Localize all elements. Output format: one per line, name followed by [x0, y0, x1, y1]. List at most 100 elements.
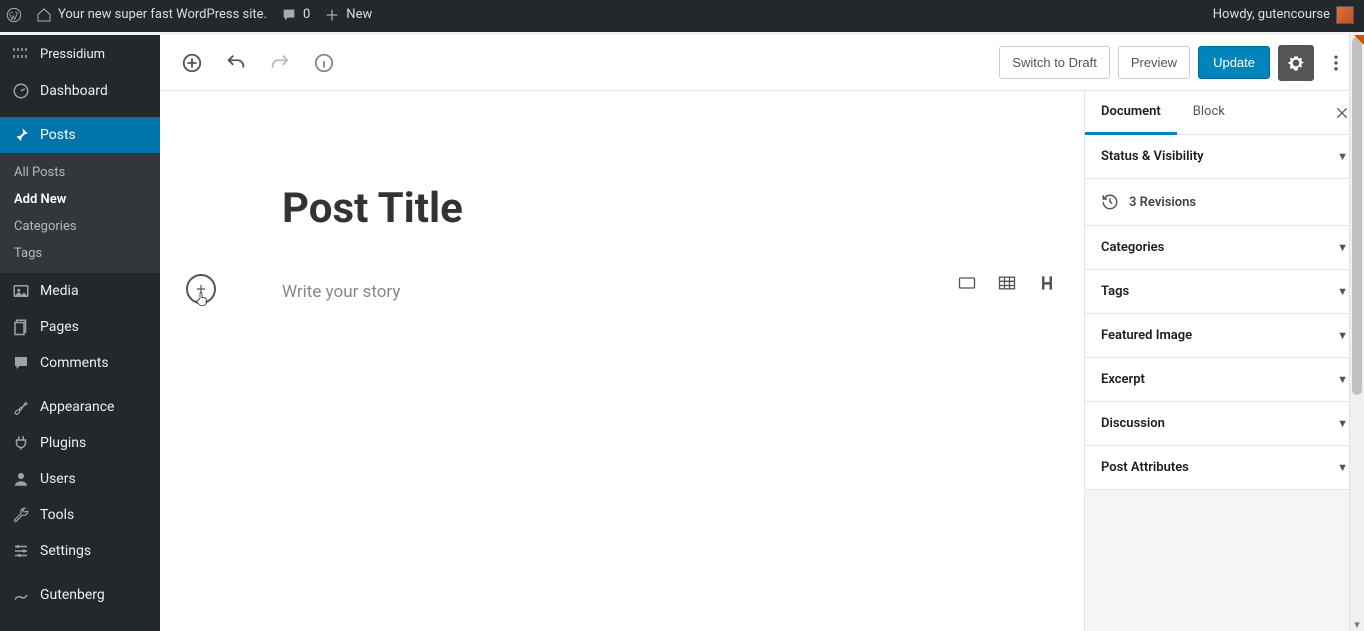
editor-main: Switch to Draft Preview Update Post Titl… [160, 35, 1364, 631]
chevron-down-icon: ▼ [1337, 417, 1348, 430]
plus-circle-icon [181, 52, 203, 74]
preview-button[interactable]: Preview [1118, 46, 1190, 79]
avatar [1336, 6, 1354, 24]
settings-toggle-button[interactable] [1278, 45, 1314, 81]
inline-add-block-button[interactable] [186, 274, 216, 304]
gutenberg-icon [12, 586, 30, 604]
comments-link[interactable]: 0 [281, 7, 310, 23]
media-icon [12, 282, 30, 300]
update-button[interactable]: Update [1198, 46, 1270, 79]
panel-post-attributes[interactable]: Post Attributes▼ [1085, 446, 1364, 490]
submenu-tags[interactable]: Tags [0, 240, 160, 267]
suggestion-heading-button[interactable] [1036, 272, 1058, 294]
switch-to-draft-button[interactable]: Switch to Draft [999, 46, 1110, 79]
pages-icon [12, 318, 30, 336]
admin-sidebar: Pressidium Dashboard Posts All Posts Add… [0, 35, 160, 631]
wordpress-icon [6, 7, 22, 23]
comments-count: 0 [303, 7, 310, 22]
redo-button[interactable] [262, 45, 298, 81]
sidebar-item-appearance[interactable]: Appearance [0, 389, 160, 425]
close-icon [1334, 105, 1350, 121]
new-link[interactable]: New [324, 7, 372, 23]
sliders-icon [12, 542, 30, 560]
dashboard-icon [12, 82, 30, 100]
tab-block[interactable]: Block [1177, 91, 1241, 134]
sidebar-item-gutenberg[interactable]: Gutenberg [0, 577, 160, 613]
sidebar-item-tools[interactable]: Tools [0, 497, 160, 533]
block-row: Write your story [282, 272, 962, 312]
editor-canvas[interactable]: Post Title Write your story [160, 91, 1084, 631]
scrollbar-down-arrow[interactable]: ▾ [1350, 617, 1364, 631]
tab-document[interactable]: Document [1085, 91, 1177, 135]
post-title[interactable]: Post Title [282, 186, 962, 232]
more-menu-button[interactable] [1322, 53, 1350, 73]
suggestion-image-button[interactable] [956, 272, 978, 294]
suggestion-table-button[interactable] [996, 272, 1018, 294]
sidebar-item-host[interactable]: Pressidium [0, 35, 160, 73]
inspector-panel: Document Block Status & Visibility▼ 3 Re… [1084, 91, 1364, 631]
howdy-text: Howdy, gutencourse [1213, 7, 1330, 22]
undo-icon [225, 52, 247, 74]
submenu-all-posts[interactable]: All Posts [0, 159, 160, 186]
brush-icon [12, 398, 30, 416]
history-icon [1101, 193, 1119, 211]
sidebar-item-plugins[interactable]: Plugins [0, 425, 160, 461]
panel-excerpt[interactable]: Excerpt▼ [1085, 358, 1364, 402]
content-info-button[interactable] [306, 45, 342, 81]
add-block-button[interactable] [174, 45, 210, 81]
more-vertical-icon [1326, 53, 1346, 73]
chevron-down-icon: ▼ [1337, 461, 1348, 474]
sidebar-item-dashboard[interactable]: Dashboard [0, 73, 160, 109]
submenu-add-new[interactable]: Add New [0, 186, 160, 213]
comment-icon [281, 7, 297, 23]
host-label: Pressidium [40, 47, 105, 62]
host-icon [12, 45, 30, 63]
sidebar-item-media[interactable]: Media [0, 273, 160, 309]
plus-icon [194, 282, 208, 296]
home-icon [36, 7, 52, 23]
sidebar-item-comments[interactable]: Comments [0, 345, 160, 381]
comments-icon [12, 354, 30, 372]
submenu-categories[interactable]: Categories [0, 213, 160, 240]
image-block-icon [957, 273, 977, 293]
wrench-icon [12, 506, 30, 524]
table-block-icon [997, 273, 1017, 293]
admin-bar: Your new super fast WordPress site. 0 Ne… [0, 0, 1364, 32]
panel-status-visibility[interactable]: Status & Visibility▼ [1085, 135, 1364, 179]
wp-logo[interactable] [6, 7, 22, 23]
inspector-tabs: Document Block [1085, 91, 1364, 135]
panel-categories[interactable]: Categories▼ [1085, 226, 1364, 270]
chevron-down-icon: ▼ [1337, 285, 1348, 298]
howdy-link[interactable]: Howdy, gutencourse [1213, 6, 1354, 24]
panel-discussion[interactable]: Discussion▼ [1085, 402, 1364, 446]
scrollbar-thumb[interactable] [1352, 37, 1362, 395]
undo-button[interactable] [218, 45, 254, 81]
gear-icon [1286, 53, 1306, 73]
chevron-down-icon: ▼ [1337, 329, 1348, 342]
site-name: Your new super fast WordPress site. [58, 7, 267, 22]
sidebar-item-settings[interactable]: Settings [0, 533, 160, 569]
sidebar-item-pages[interactable]: Pages [0, 309, 160, 345]
chevron-down-icon: ▼ [1337, 373, 1348, 386]
site-link[interactable]: Your new super fast WordPress site. [36, 7, 267, 23]
pin-icon [12, 126, 30, 144]
editor-toolbar: Switch to Draft Preview Update [160, 35, 1364, 91]
info-icon [313, 52, 335, 74]
plus-icon [324, 7, 340, 23]
user-icon [12, 470, 30, 488]
paragraph-placeholder[interactable]: Write your story [282, 282, 962, 302]
panel-revisions[interactable]: 3 Revisions [1085, 179, 1364, 226]
corner-indicator [1354, 35, 1364, 45]
redo-icon [269, 52, 291, 74]
panel-tags[interactable]: Tags▼ [1085, 270, 1364, 314]
chevron-down-icon: ▼ [1337, 150, 1348, 163]
sidebar-item-users[interactable]: Users [0, 461, 160, 497]
heading-block-icon [1037, 273, 1057, 293]
sidebar-item-posts[interactable]: Posts [0, 117, 160, 153]
new-label: New [346, 7, 372, 22]
chevron-down-icon: ▼ [1337, 241, 1348, 254]
posts-submenu: All Posts Add New Categories Tags [0, 153, 160, 273]
panel-featured-image[interactable]: Featured Image▼ [1085, 314, 1364, 358]
page-scrollbar[interactable]: ▾ [1349, 35, 1364, 631]
plug-icon [12, 434, 30, 452]
